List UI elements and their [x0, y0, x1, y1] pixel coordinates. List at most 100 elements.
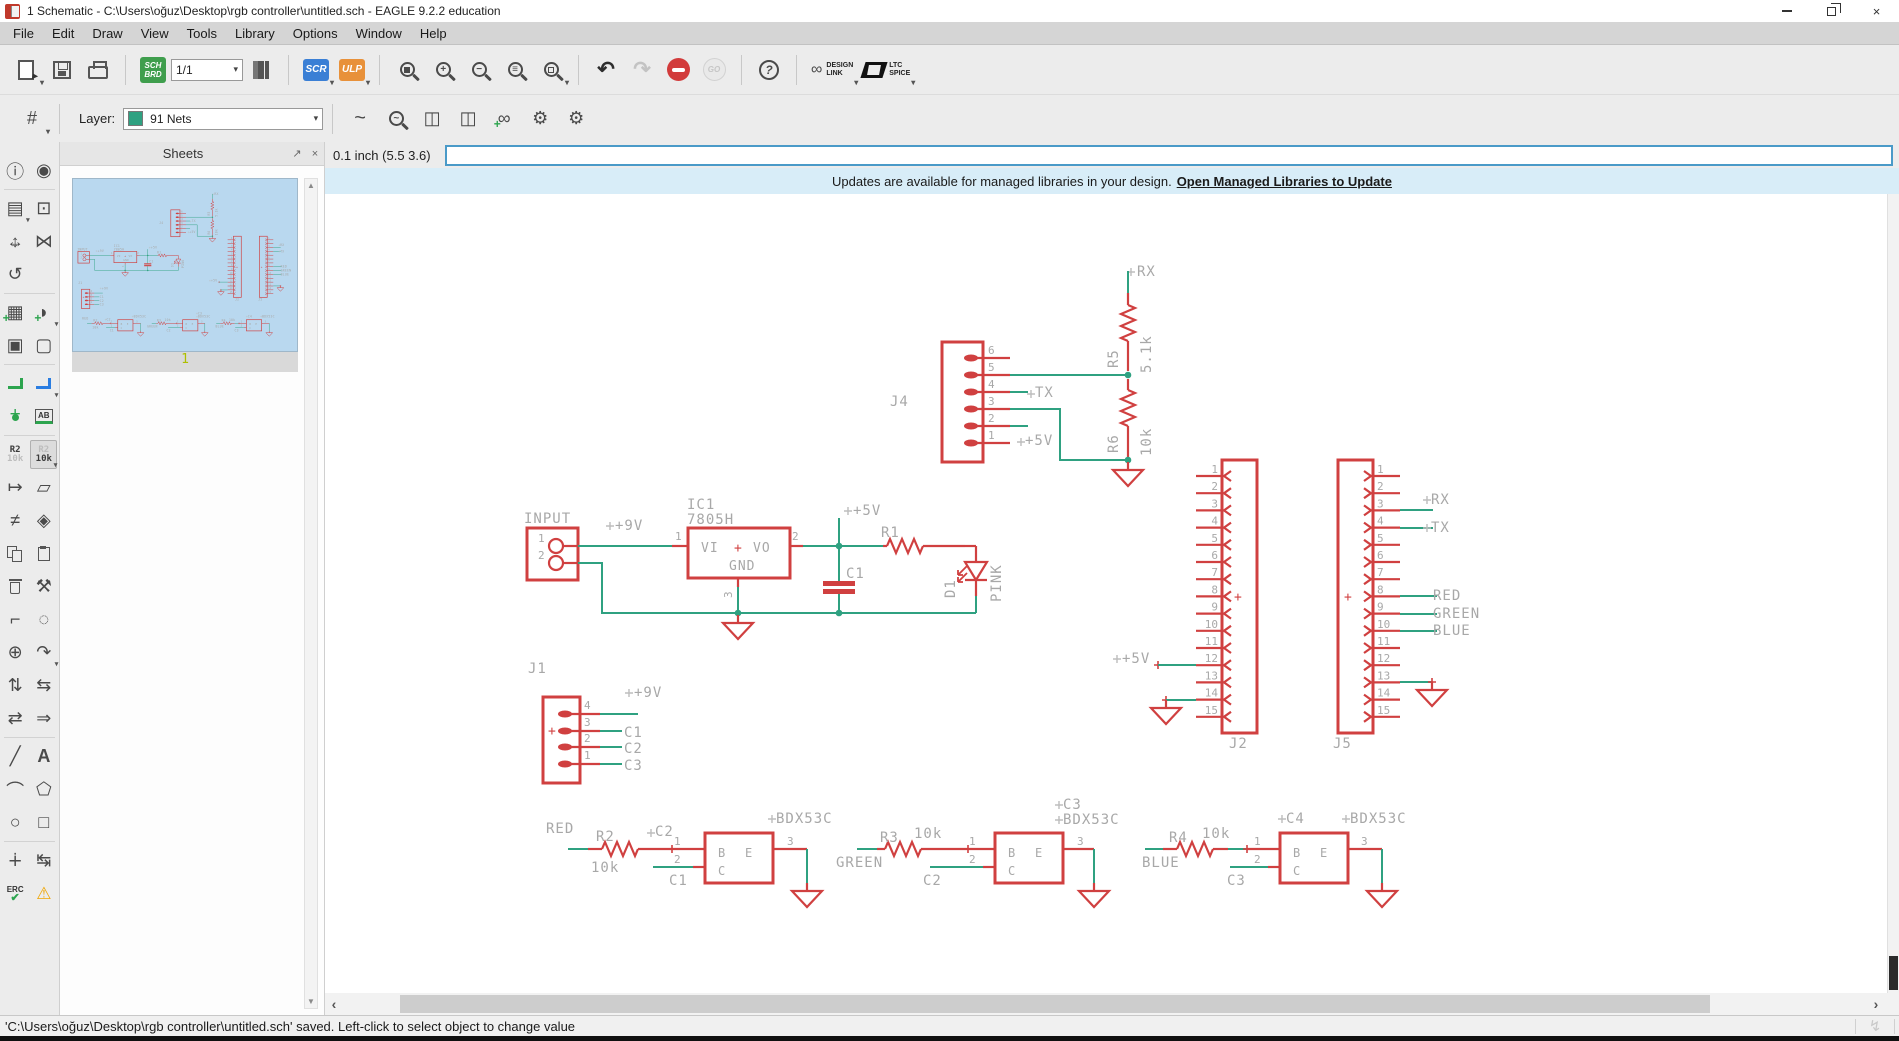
redo-button[interactable]: ↷ [624, 51, 660, 89]
component-r1[interactable]: R1 [881, 525, 965, 553]
restore-button[interactable] [1809, 0, 1854, 22]
horizontal-scrollbar[interactable]: ‹ › [325, 993, 1899, 1015]
run-script-button[interactable]: SCR▾ [298, 51, 334, 89]
menu-options[interactable]: Options [284, 24, 347, 43]
menu-window[interactable]: Window [347, 24, 411, 43]
supply-label-9v[interactable]: +9V [615, 518, 643, 534]
save-button[interactable] [44, 51, 80, 89]
measure-tool[interactable]: ↹ [30, 846, 57, 875]
multimeter2-button[interactable]: ◫ [450, 100, 486, 138]
ltspice-button[interactable]: LTCSPICE ▾ [858, 51, 915, 89]
component-input[interactable]: INPUT 1 2 [524, 511, 578, 580]
component-j2[interactable]: + 123456789101112131415 J2 +5V [1113, 460, 1257, 752]
minimize-button[interactable] [1764, 0, 1809, 22]
text-tool[interactable]: A [30, 742, 57, 771]
arc-tool[interactable]: ⌒ [2, 775, 29, 804]
run-ulp-button[interactable]: ULP▾ [334, 51, 370, 89]
pinswap2-tool[interactable]: ⇆ [30, 671, 57, 700]
scroll-down-icon[interactable]: ▼ [307, 995, 315, 1008]
component-j4[interactable]: 6 5 4 3 2 1 J4 TX +5V [890, 342, 1054, 462]
pinswap-tool[interactable]: ↦ [2, 473, 29, 502]
wire-gnd-rail[interactable] [578, 563, 976, 613]
select-tool[interactable]: ⊡ [30, 194, 57, 223]
circle-tool[interactable]: ○ [2, 808, 29, 837]
menu-draw[interactable]: Draw [83, 24, 131, 43]
sheet-selector[interactable]: 1/1▾ [171, 59, 243, 81]
zoom-fit-button[interactable] [389, 51, 425, 89]
add-gate-tool[interactable]: ◗+▾ [30, 298, 57, 327]
vertical-scrollbar-thumb[interactable] [1889, 956, 1898, 990]
replace-tool[interactable]: ▣ [2, 331, 29, 360]
gateswap-tool[interactable]: ⇅ [2, 671, 29, 700]
menu-file[interactable]: File [4, 24, 43, 43]
net-rx-divider[interactable]: RX R5 5.1k R6 10k [1010, 264, 1156, 486]
component-ic1[interactable]: IC1 7805H VI + VO GND 2 3 [687, 497, 803, 598]
change-tool[interactable]: ↷▾ [30, 638, 57, 667]
replace-outline-tool[interactable]: ▢ [30, 331, 57, 360]
name-tool[interactable]: R210k [2, 440, 29, 469]
zoom-in-button[interactable]: + [425, 51, 461, 89]
component-j1[interactable]: J1 + 4 3 2 1 +9V C1 [528, 661, 662, 783]
smash-tool[interactable]: ▱ [30, 473, 57, 502]
delete-tool[interactable] [2, 572, 29, 601]
polygon-tool[interactable]: ⬠ [30, 775, 57, 804]
value-tool[interactable]: R210k▾ [30, 440, 57, 469]
simulate-button[interactable]: ~ [342, 100, 378, 138]
close-button[interactable]: × [1854, 0, 1899, 22]
scroll-left-icon[interactable]: ‹ [325, 996, 343, 1012]
schematic-drawing[interactable]: 6 5 4 3 2 1 J4 TX +5V RX [325, 194, 1887, 993]
group-tool[interactable]: ◌ [30, 605, 57, 634]
label-tool[interactable]: AB [30, 402, 57, 431]
paste-tool[interactable] [30, 539, 57, 568]
zoom-out-button[interactable]: − [461, 51, 497, 89]
menu-library[interactable]: Library [226, 24, 284, 43]
net-tool[interactable] [2, 369, 29, 398]
component-j5[interactable]: + 123456789101112131415 J5 RX TX RED [1333, 460, 1480, 752]
wire-tool[interactable]: ╱ [2, 742, 29, 771]
show-tool[interactable]: ◉ [30, 156, 57, 185]
settings2-button[interactable]: ⚙ [558, 100, 594, 138]
bus-tool[interactable]: ▾ [30, 369, 57, 398]
library-button[interactable] [243, 51, 279, 89]
menu-view[interactable]: View [132, 24, 178, 43]
zoom-select-button[interactable]: ▾ [533, 51, 569, 89]
mirror-tool[interactable]: ⋈ [30, 227, 57, 256]
add-gates-tool[interactable]: ⊕ [2, 638, 29, 667]
sheet-thumbnail[interactable] [72, 178, 298, 352]
paint-tool[interactable]: ⌐ [2, 605, 29, 634]
menu-tools[interactable]: Tools [178, 24, 226, 43]
switch-sch-brd-button[interactable]: SCHBRD [135, 51, 171, 89]
multimeter-button[interactable]: ◫ [414, 100, 450, 138]
grid-button[interactable]: #▾ [14, 100, 50, 138]
erc-tool[interactable]: ERC✔ [2, 879, 29, 908]
errors-tool[interactable]: ⚠ [30, 879, 57, 908]
print-button[interactable] [80, 51, 116, 89]
attribute-tool[interactable]: ◈ [30, 506, 57, 535]
scroll-up-icon[interactable]: ▲ [307, 179, 315, 192]
popout-button[interactable]: ↗ [288, 147, 306, 160]
menu-edit[interactable]: Edit [43, 24, 83, 43]
rect-tool[interactable]: □ [30, 808, 57, 837]
info-tool[interactable]: ⓘ [2, 156, 29, 185]
dimension-tool[interactable]: ∔ [2, 846, 29, 875]
junction-tool[interactable]: + [2, 402, 29, 431]
rotate-tool[interactable]: ↺ [2, 260, 29, 289]
scroll-right-icon[interactable]: › [1867, 996, 1885, 1012]
panel-close-button[interactable]: × [306, 148, 324, 160]
command-input[interactable] [445, 145, 1893, 166]
cut-tool[interactable]: ⇄ [2, 704, 29, 733]
help-button[interactable]: ? [751, 51, 787, 89]
component-d1[interactable]: D1 PINK [943, 546, 1005, 613]
layer-selector[interactable]: 91 Nets ▾ [123, 108, 323, 130]
add-link-button[interactable]: ∞+ [486, 100, 522, 138]
invoke-tool[interactable]: ⇒ [30, 704, 57, 733]
vertical-scrollbar[interactable] [1887, 194, 1899, 993]
stop-button[interactable] [660, 51, 696, 89]
probe-button[interactable]: ~ [378, 100, 414, 138]
design-link-button[interactable]: ∞ DESIGNLINK ▾ [806, 51, 858, 89]
zoom-redraw-button[interactable]: ≡ [497, 51, 533, 89]
display-layers-tool[interactable]: ▤▾ [2, 194, 29, 223]
sheets-scrollbar[interactable]: ▲ ▼ [304, 178, 318, 1009]
horizontal-scrollbar-thumb[interactable] [400, 995, 1710, 1013]
settings-button[interactable]: ⚙ [522, 100, 558, 138]
